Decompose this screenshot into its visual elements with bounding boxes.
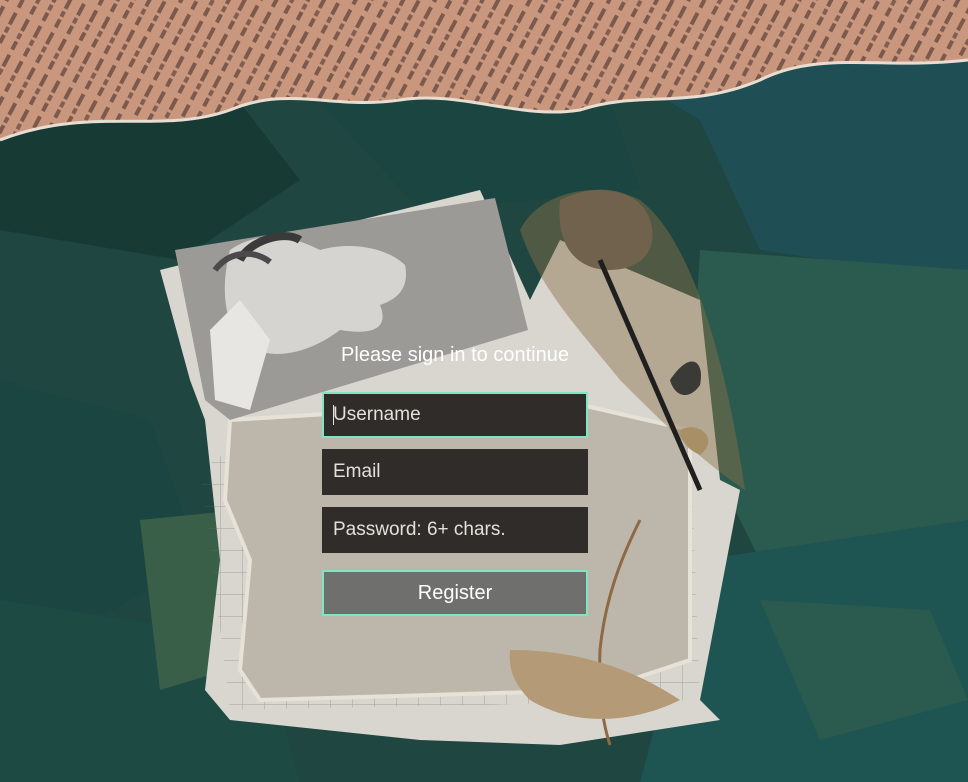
- password-input[interactable]: [322, 507, 588, 553]
- form-heading: Please sign in to continue: [341, 344, 569, 366]
- collage-background: [0, 0, 968, 782]
- email-input[interactable]: [322, 449, 588, 495]
- register-button[interactable]: Register: [322, 570, 588, 616]
- username-input[interactable]: [322, 392, 588, 438]
- text-caret: [333, 405, 334, 425]
- login-page: Please sign in to continue Register: [0, 0, 968, 782]
